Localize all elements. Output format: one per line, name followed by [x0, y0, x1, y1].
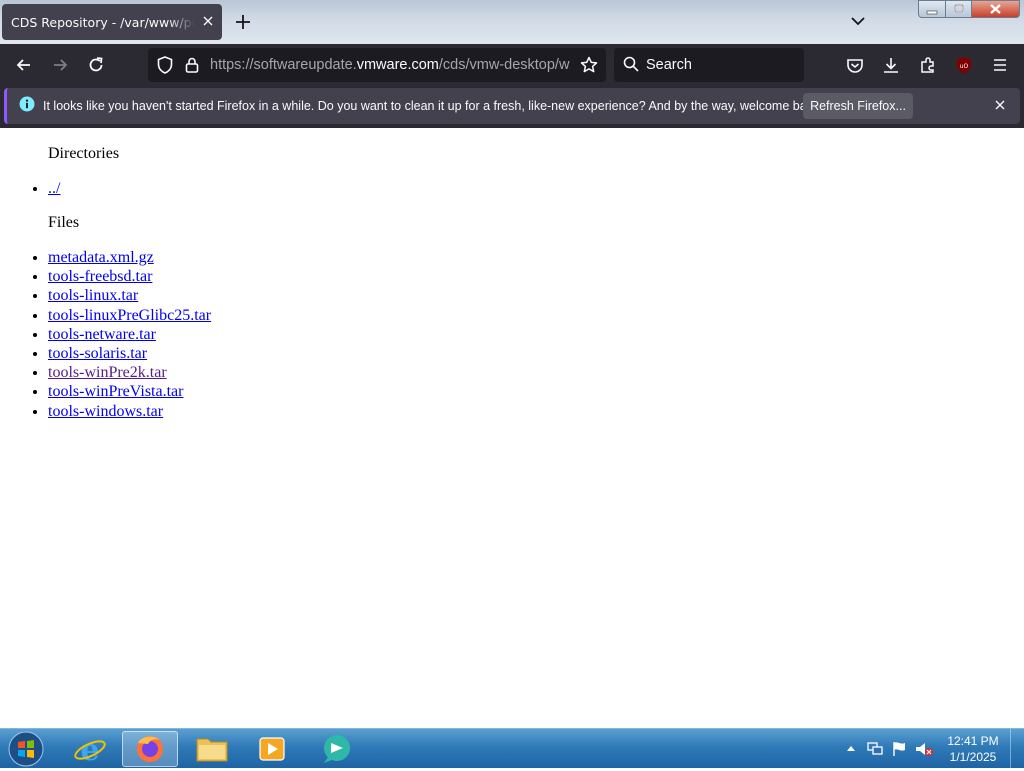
taskbar-file-explorer[interactable] [184, 731, 240, 767]
close-window-icon [990, 4, 1001, 14]
tab-strip: CDS Repository - /var/www/public/ [0, 0, 1024, 44]
file-list-item: tools-linuxPreGlibc25.tar [48, 306, 211, 325]
file-link[interactable]: tools-freebsd.tar [48, 268, 152, 285]
tab-title: CDS Repository - /var/www/public/ [11, 15, 195, 30]
pocket-icon[interactable] [845, 55, 865, 75]
info-icon [19, 96, 35, 112]
url-prefix: https://softwareupdate. [210, 57, 357, 73]
media-player-icon [259, 737, 285, 761]
extensions-icon[interactable] [918, 55, 938, 75]
restore-icon [954, 4, 964, 13]
new-tab-icon[interactable] [232, 11, 254, 33]
url-text[interactable]: https://softwareupdate.vmware.com/cds/vm… [210, 57, 570, 73]
file-list-item: tools-freebsd.tar [48, 267, 211, 286]
search-box[interactable] [614, 48, 804, 82]
window-controls [918, 0, 1022, 19]
file-link[interactable]: tools-linuxPreGlibc25.tar [48, 307, 211, 324]
refresh-firefox-button[interactable]: Refresh Firefox... [803, 93, 913, 119]
tracking-protection-shield-icon[interactable] [155, 55, 175, 75]
list-all-tabs-icon[interactable] [848, 11, 868, 31]
file-link[interactable]: tools-windows.tar [48, 403, 163, 420]
show-hidden-icons-icon[interactable] [846, 744, 856, 752]
volume-muted-icon[interactable] [914, 740, 934, 758]
taskbar-app[interactable] [308, 731, 364, 767]
file-list-item: tools-linux.tar [48, 286, 211, 305]
chat-bubble-app-icon [324, 735, 350, 763]
file-link[interactable]: tools-solaris.tar [48, 345, 147, 362]
menu-hamburger-icon[interactable] [990, 55, 1010, 75]
close-notification-icon[interactable] [992, 97, 1008, 113]
ublock-origin-icon[interactable]: uO [954, 55, 974, 75]
url-host: vmware.com [356, 57, 439, 73]
file-list-item: tools-solaris.tar [48, 344, 211, 363]
file-link[interactable]: metadata.xml.gz [48, 249, 154, 266]
taskbar-internet-explorer[interactable]: e [62, 731, 118, 768]
file-list-item: metadata.xml.gz [48, 248, 211, 267]
file-list-item: tools-winPreVista.tar [48, 382, 211, 401]
parent-directory-link[interactable]: ../ [48, 180, 60, 197]
clock-time: 12:41 PM [947, 734, 999, 748]
internet-explorer-icon: e [74, 733, 106, 768]
files-list: metadata.xml.gz tools-freebsd.tar tools-li… [0, 248, 211, 421]
file-link[interactable]: tools-winPre2k.tar [48, 364, 167, 381]
notification-message: It looks like you haven't started Firefo… [43, 99, 823, 113]
firefox-icon [137, 736, 163, 762]
forward-arrow-icon[interactable] [50, 55, 70, 75]
network-icon[interactable] [866, 741, 884, 757]
file-list-item: tools-winPre2k.tar [48, 363, 211, 382]
directory-list-item: ../ [48, 179, 60, 198]
taskbar-firefox[interactable] [122, 731, 178, 767]
file-link[interactable]: tools-winPreVista.tar [48, 383, 183, 400]
file-list-item: tools-netware.tar [48, 325, 211, 344]
search-placeholder[interactable]: Search [646, 57, 692, 73]
close-tab-icon[interactable] [200, 13, 216, 29]
close-window-button[interactable] [971, 0, 1020, 18]
folder-icon [196, 738, 228, 762]
bookmark-star-icon[interactable] [579, 55, 599, 75]
restore-button[interactable] [945, 0, 972, 18]
directories-list: ../ [0, 179, 60, 198]
file-list-item: tools-windows.tar [48, 402, 211, 421]
minimize-button[interactable] [918, 0, 946, 18]
page-content: Directories ../ Files metadata.xml.gz too… [0, 128, 1024, 728]
start-button-icon[interactable] [6, 730, 46, 768]
url-path: /cds/vmw-desktop/ws/ [438, 57, 570, 73]
tab-cds-repository[interactable]: CDS Repository - /var/www/public/ [2, 4, 222, 40]
show-desktop-button[interactable] [1010, 729, 1024, 768]
lock-icon[interactable] [182, 55, 202, 75]
clock-date: 1/1/2025 [949, 750, 997, 764]
svg-text:e: e [80, 733, 99, 767]
taskbar-media-player[interactable] [244, 731, 300, 767]
reload-icon[interactable] [86, 55, 106, 75]
svg-text:uO: uO [960, 63, 969, 70]
taskbar: e [0, 728, 1024, 768]
minimize-icon [926, 10, 938, 15]
downloads-icon[interactable] [881, 55, 901, 75]
back-arrow-icon[interactable] [14, 55, 34, 75]
directories-heading: Directories [48, 145, 120, 162]
file-link[interactable]: tools-netware.tar [48, 326, 156, 343]
action-center-flag-icon[interactable] [890, 740, 908, 758]
search-icon [623, 56, 639, 72]
files-heading: Files [48, 214, 80, 231]
system-clock[interactable]: 12:41 PM 1/1/2025 [940, 733, 1006, 765]
file-link[interactable]: tools-linux.tar [48, 287, 138, 304]
